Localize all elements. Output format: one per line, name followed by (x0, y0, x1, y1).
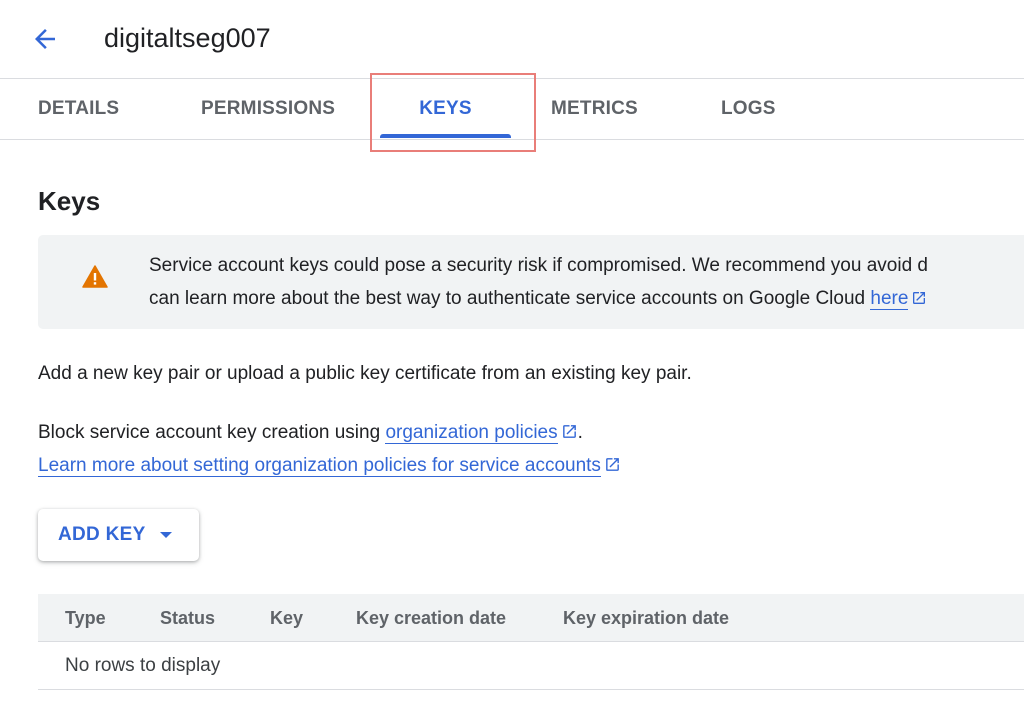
external-link-icon (913, 292, 926, 304)
arrow-back-icon[interactable] (30, 24, 60, 54)
column-header-status[interactable]: Status (160, 594, 215, 642)
empty-table-message: No rows to display (65, 655, 221, 676)
here-link[interactable]: here (870, 288, 909, 310)
block-text: Block service account key creation using (38, 422, 386, 443)
table-header: Type Status Key Key creation date Key ex… (38, 594, 1024, 642)
table-row: No rows to display (38, 642, 1024, 690)
column-header-key-expiration-date[interactable]: Key expiration date (563, 594, 729, 642)
dropdown-arrow-icon (159, 532, 172, 538)
warning-icon (82, 265, 108, 288)
tab-metrics[interactable]: METRICS (551, 79, 638, 139)
external-link-icon (562, 425, 576, 438)
page-title: digitaltseg007 (104, 23, 271, 53)
tab-highlight-box (370, 73, 536, 152)
warning-text-line1: Service account keys could pose a securi… (149, 255, 928, 276)
column-header-type[interactable]: Type (65, 594, 106, 642)
back-button[interactable] (28, 22, 62, 56)
page-header: digitaltseg007 (0, 0, 1024, 78)
learn-more-link[interactable]: Learn more about setting organization po… (38, 455, 601, 477)
warning-text-line2: can learn more about the best way to aut… (149, 286, 927, 312)
tab-details[interactable]: DETAILS (38, 79, 119, 139)
learn-more-line: Learn more about setting organization po… (38, 453, 621, 479)
section-title: Keys (38, 186, 101, 216)
add-key-label: ADD KEY (58, 524, 146, 545)
column-header-key[interactable]: Key (270, 594, 303, 642)
add-key-button[interactable]: ADD KEY (38, 509, 199, 561)
intro-text: Add a new key pair or upload a public ke… (38, 363, 692, 384)
tab-permissions[interactable]: PERMISSIONS (201, 79, 335, 139)
warning-banner: Service account keys could pose a securi… (38, 235, 1024, 329)
period-text: . (577, 422, 583, 443)
block-creation-text: Block service account key creation using… (38, 420, 583, 446)
warning-text: can learn more about the best way to aut… (149, 288, 871, 309)
organization-policies-link[interactable]: organization policies (385, 422, 558, 444)
tab-logs[interactable]: LOGS (721, 79, 776, 139)
external-link-icon (606, 458, 619, 471)
column-header-key-creation-date[interactable]: Key creation date (356, 594, 506, 642)
